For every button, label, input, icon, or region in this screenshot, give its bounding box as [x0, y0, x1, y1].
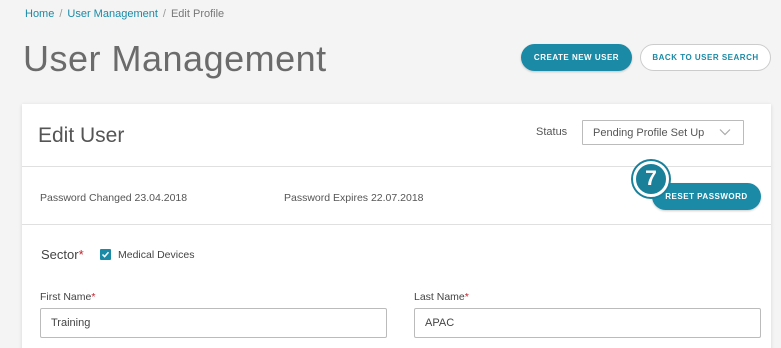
checkmark-icon — [101, 251, 110, 258]
breadcrumb-separator: / — [59, 8, 63, 20]
last-name-input[interactable]: APAC — [414, 308, 761, 338]
breadcrumb-current: Edit Profile — [170, 8, 225, 20]
chevron-down-icon — [719, 129, 731, 136]
required-marker: * — [78, 247, 84, 262]
last-name-label: Last Name* — [414, 291, 469, 303]
divider — [22, 224, 771, 225]
first-name-input[interactable]: Training — [40, 308, 387, 338]
password-changed-text: Password Changed 23.04.2018 — [40, 192, 188, 204]
breadcrumb-user-management-link[interactable]: User Management — [67, 8, 158, 20]
back-to-user-search-button[interactable]: BACK TO USER SEARCH — [640, 44, 771, 71]
reset-password-button[interactable]: RESET PASSWORD — [652, 183, 761, 210]
status-select[interactable]: Pending Profile Set Up — [582, 120, 744, 145]
password-expires-text: Password Expires 22.07.2018 — [284, 192, 424, 204]
first-name-label: First Name* — [40, 291, 95, 303]
sector-label-text: Sector — [41, 247, 79, 262]
status-label: Status — [536, 126, 568, 138]
step-number-badge: 7 — [633, 161, 669, 197]
breadcrumb-home-link[interactable]: Home — [25, 8, 54, 20]
card-title: Edit User — [38, 124, 125, 147]
first-name-value: Training — [51, 317, 91, 329]
status-select-value: Pending Profile Set Up — [593, 126, 705, 139]
required-marker: * — [91, 291, 96, 303]
last-name-value: APAC — [425, 317, 455, 329]
medical-devices-label: Medical Devices — [118, 249, 195, 261]
create-new-user-button[interactable]: CREATE NEW USER — [521, 44, 632, 71]
edit-user-card: Edit User Status Pending Profile Set Up … — [22, 104, 771, 348]
page-title: User Management — [23, 38, 327, 79]
medical-devices-checkbox[interactable] — [100, 249, 111, 260]
breadcrumb: Home / User Management / Edit Profile — [25, 8, 224, 20]
breadcrumb-separator: / — [162, 8, 166, 20]
sector-label: Sector* — [41, 247, 84, 262]
last-name-label-text: Last Name — [414, 291, 465, 303]
first-name-label-text: First Name — [40, 291, 92, 303]
required-marker: * — [464, 291, 469, 303]
